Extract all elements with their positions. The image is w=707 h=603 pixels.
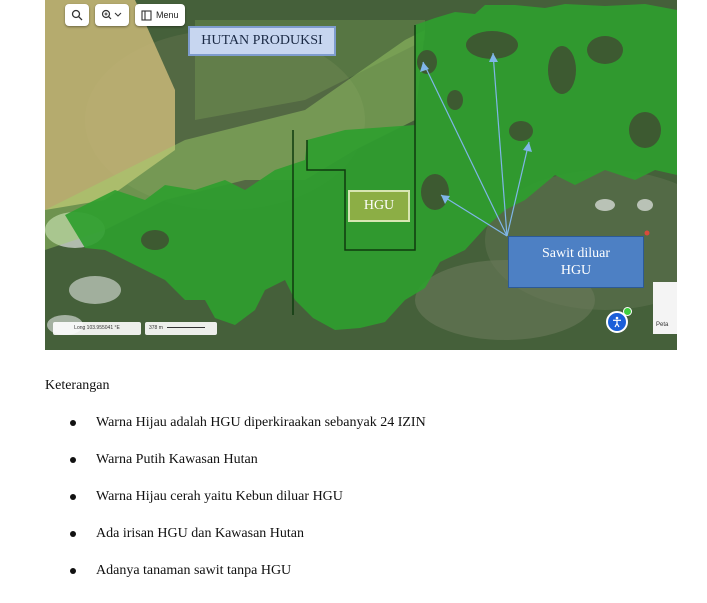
zoom-dropdown-button[interactable] — [95, 4, 129, 26]
hutan-produksi-label: HUTAN PRODUKSI — [188, 26, 336, 56]
peta-panel[interactable]: Peta — [653, 282, 677, 334]
bullet-icon — [70, 568, 76, 574]
map-toolbar: Menu — [65, 4, 185, 26]
legend-list: Warna Hijau adalah HGU diperkiraakan seb… — [70, 405, 426, 590]
sidebar-icon — [141, 9, 152, 21]
legend-item: Warna Hijau cerah yaitu Kebun diluar HGU — [70, 479, 426, 516]
scale-distance: 378 m — [149, 325, 163, 331]
accessibility-icon — [613, 316, 621, 328]
legend-item: Adanya tanaman sawit tanpa HGU — [70, 553, 426, 590]
satellite-map — [45, 0, 677, 350]
map-view[interactable]: Menu HUTAN PRODUKSI HGU Sawit diluar HGU… — [45, 0, 677, 350]
hgu-label: HGU — [348, 190, 410, 222]
bullet-icon — [70, 531, 76, 537]
menu-button[interactable]: Menu — [135, 4, 185, 26]
legend-item: Warna Hijau adalah HGU diperkiraakan seb… — [70, 405, 426, 442]
sawit-label-line1: Sawit diluar — [541, 246, 611, 261]
bullet-icon — [70, 420, 76, 426]
scale-bar: 378 m — [145, 322, 217, 335]
zoom-icon — [101, 9, 122, 20]
coordinate-readout: Long 103.955041 °E — [53, 322, 141, 335]
search-button[interactable] — [65, 4, 89, 26]
bullet-icon — [70, 494, 76, 500]
menu-label: Menu — [156, 10, 179, 20]
legend-item: Warna Putih Kawasan Hutan — [70, 442, 426, 479]
sawit-diluar-hgu-label: Sawit diluar HGU — [508, 236, 644, 288]
sawit-label-line2: HGU — [560, 263, 592, 278]
legend-item: Ada irisan HGU dan Kawasan Hutan — [70, 516, 426, 553]
bullet-icon — [70, 457, 76, 463]
search-icon — [71, 9, 83, 21]
legend-title: Keterangan — [45, 378, 110, 393]
status-dot — [623, 307, 632, 316]
